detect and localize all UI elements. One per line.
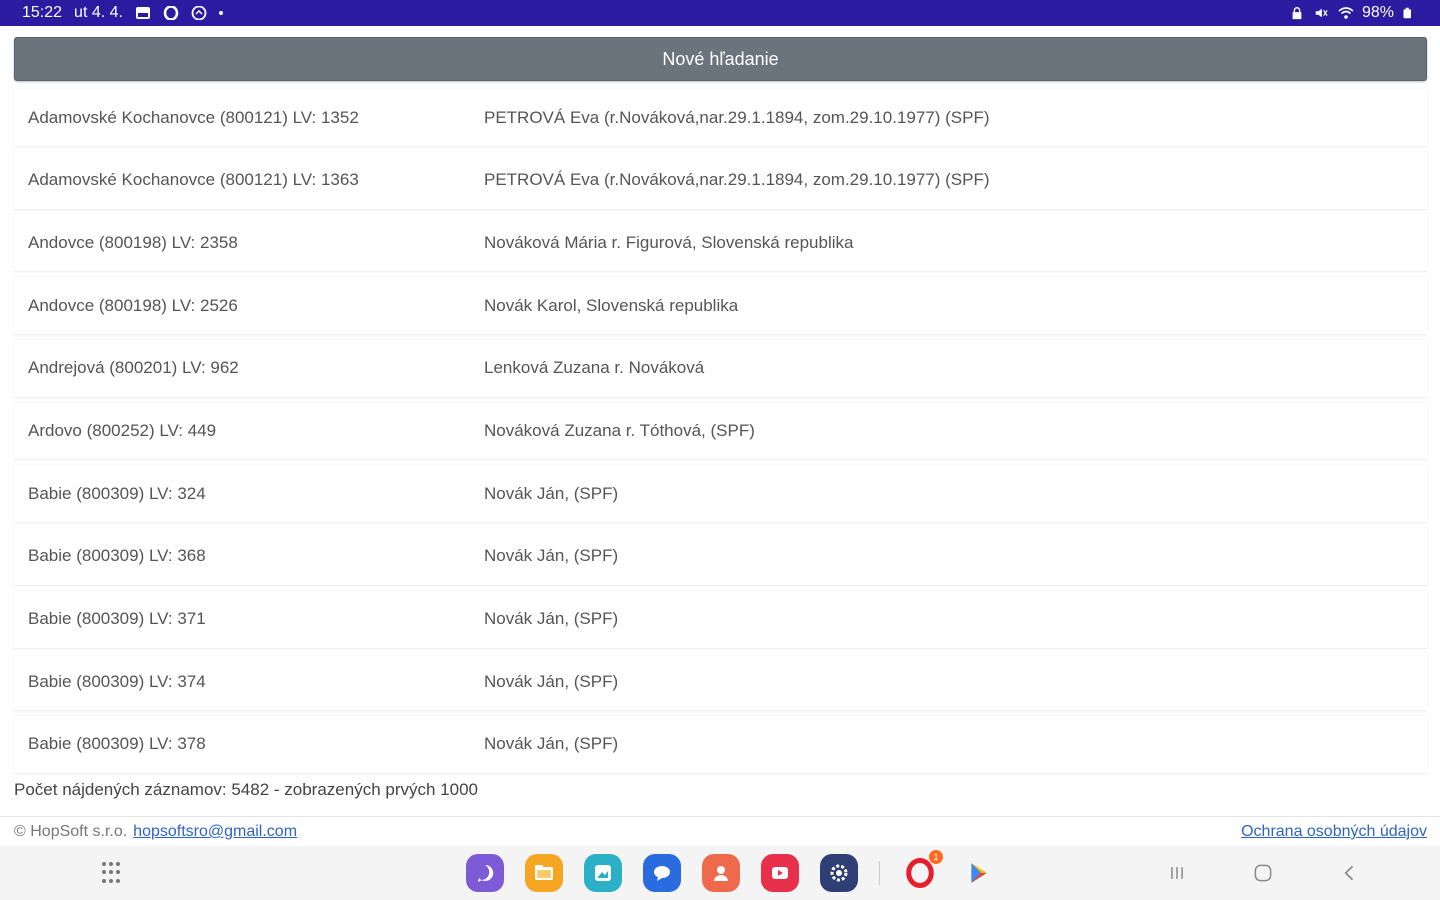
new-search-button[interactable]: Nové hľadanie [14, 37, 1427, 81]
notification-badge: 1 [929, 850, 943, 864]
recent-apps-icon[interactable] [1164, 860, 1190, 886]
contacts-icon[interactable] [702, 854, 740, 892]
parcel-location: Babie (800309) LV: 378 [28, 734, 206, 754]
parcel-location: Babie (800309) LV: 324 [28, 483, 206, 503]
parcel-location: Andovce (800198) LV: 2526 [28, 295, 238, 315]
parcel-location: Babie (800309) LV: 368 [28, 546, 206, 566]
list-item[interactable]: Babie (800309) LV: 378 Novák Ján, (SPF) [14, 715, 1427, 774]
owner-name: PETROVÁ Eva (r.Nováková,nar.29.1.1894, z… [484, 107, 990, 127]
status-time: 15:22 [22, 4, 63, 21]
list-item[interactable]: Babie (800309) LV: 374 Novák Ján, (SPF) [14, 653, 1427, 712]
home-icon[interactable] [1250, 860, 1276, 886]
lock-icon [1290, 6, 1306, 20]
wifi-icon [1338, 6, 1354, 20]
owner-name: Novák Karol, Slovenská republika [484, 295, 739, 315]
status-bar: 15:22 ut 4. 4. 98% [0, 0, 1440, 26]
owner-name: Nováková Mária r. Figurová, Slovenská re… [484, 232, 854, 252]
parcel-location: Adamovské Kochanovce (800121) LV: 1363 [28, 170, 359, 190]
footer-divider [0, 816, 1440, 817]
owner-name: Novák Ján, (SPF) [484, 671, 619, 691]
owner-name: Nováková Zuzana r. Tóthová, (SPF) [484, 420, 755, 440]
youtube-icon[interactable] [761, 854, 799, 892]
owner-name: Lenková Zuzana r. Nováková [484, 358, 705, 378]
opera-icon[interactable]: 1 [901, 850, 943, 892]
list-item[interactable]: Ardovo (800252) LV: 449 Nováková Zuzana … [14, 402, 1427, 461]
list-item[interactable]: Andovce (800198) LV: 2358 Nováková Mária… [14, 214, 1427, 273]
copyright-text: © HopSoft s.r.o. [14, 823, 128, 840]
back-icon[interactable] [1337, 860, 1363, 886]
dock-separator [879, 861, 880, 885]
status-right: 98% [1290, 4, 1418, 22]
mute-icon [1314, 6, 1330, 20]
result-count: Počet nájdených záznamov: 5482 - zobraze… [14, 780, 478, 799]
status-date: ut 4. 4. [74, 4, 123, 21]
owner-name: Novák Ján, (SPF) [484, 483, 619, 503]
app-drawer-icon[interactable] [102, 862, 124, 884]
owner-name: PETROVÁ Eva (r.Nováková,nar.29.1.1894, z… [484, 170, 990, 190]
opera-notification-icon [163, 5, 179, 21]
parcel-location: Adamovské Kochanovce (800121) LV: 1352 [28, 107, 359, 127]
owner-name: Novák Ján, (SPF) [484, 734, 619, 754]
more-notifications-dot [218, 11, 223, 15]
privacy-link[interactable]: Ochrana osobných údajov [1241, 823, 1427, 841]
parcel-location: Andovce (800198) LV: 2358 [28, 232, 238, 252]
list-item[interactable]: Babie (800309) LV: 324 Novák Ján, (SPF) [14, 465, 1427, 524]
footer: © HopSoft s.r.o. hopsoftsro@gmail.com Oc… [14, 820, 1427, 844]
gallery-notification-icon [135, 6, 151, 20]
folder-icon[interactable] [525, 854, 563, 892]
results-list: Adamovské Kochanovce (800121) LV: 1352 P… [14, 89, 1427, 779]
messages-icon[interactable] [643, 854, 681, 892]
app-dock: 1 [466, 850, 998, 892]
settings-icon[interactable] [820, 854, 858, 892]
messenger-notification-icon [191, 5, 207, 21]
list-item[interactable]: Babie (800309) LV: 371 Novák Ján, (SPF) [14, 590, 1427, 649]
list-item[interactable]: Andovce (800198) LV: 2526 Novák Karol, S… [14, 277, 1427, 336]
play-store-icon[interactable] [960, 854, 998, 892]
email-link[interactable]: hopsoftsro@gmail.com [133, 823, 297, 841]
battery-icon [1402, 6, 1418, 20]
list-item[interactable]: Adamovské Kochanovce (800121) LV: 1363 P… [14, 151, 1427, 210]
status-left: 15:22 ut 4. 4. [22, 4, 223, 22]
new-search-label: Nové hľadanie [662, 48, 779, 69]
battery-percent: 98% [1361, 4, 1394, 21]
owner-name: Novák Ján, (SPF) [484, 609, 619, 628]
viber-icon[interactable] [466, 854, 504, 892]
owner-name: Novák Ján, (SPF) [484, 546, 619, 566]
list-item[interactable]: Adamovské Kochanovce (800121) LV: 1352 P… [14, 89, 1427, 147]
list-item[interactable]: Babie (800309) LV: 368 Novák Ján, (SPF) [14, 527, 1427, 586]
list-item[interactable]: Andrejová (800201) LV: 962 Lenková Zuzan… [14, 339, 1427, 398]
parcel-location: Babie (800309) LV: 371 [28, 609, 206, 628]
gallery-icon[interactable] [584, 854, 622, 892]
parcel-location: Ardovo (800252) LV: 449 [28, 420, 217, 440]
parcel-location: Babie (800309) LV: 374 [28, 671, 206, 691]
navigation-bar: 1 [0, 846, 1440, 900]
parcel-location: Andrejová (800201) LV: 962 [28, 358, 239, 378]
